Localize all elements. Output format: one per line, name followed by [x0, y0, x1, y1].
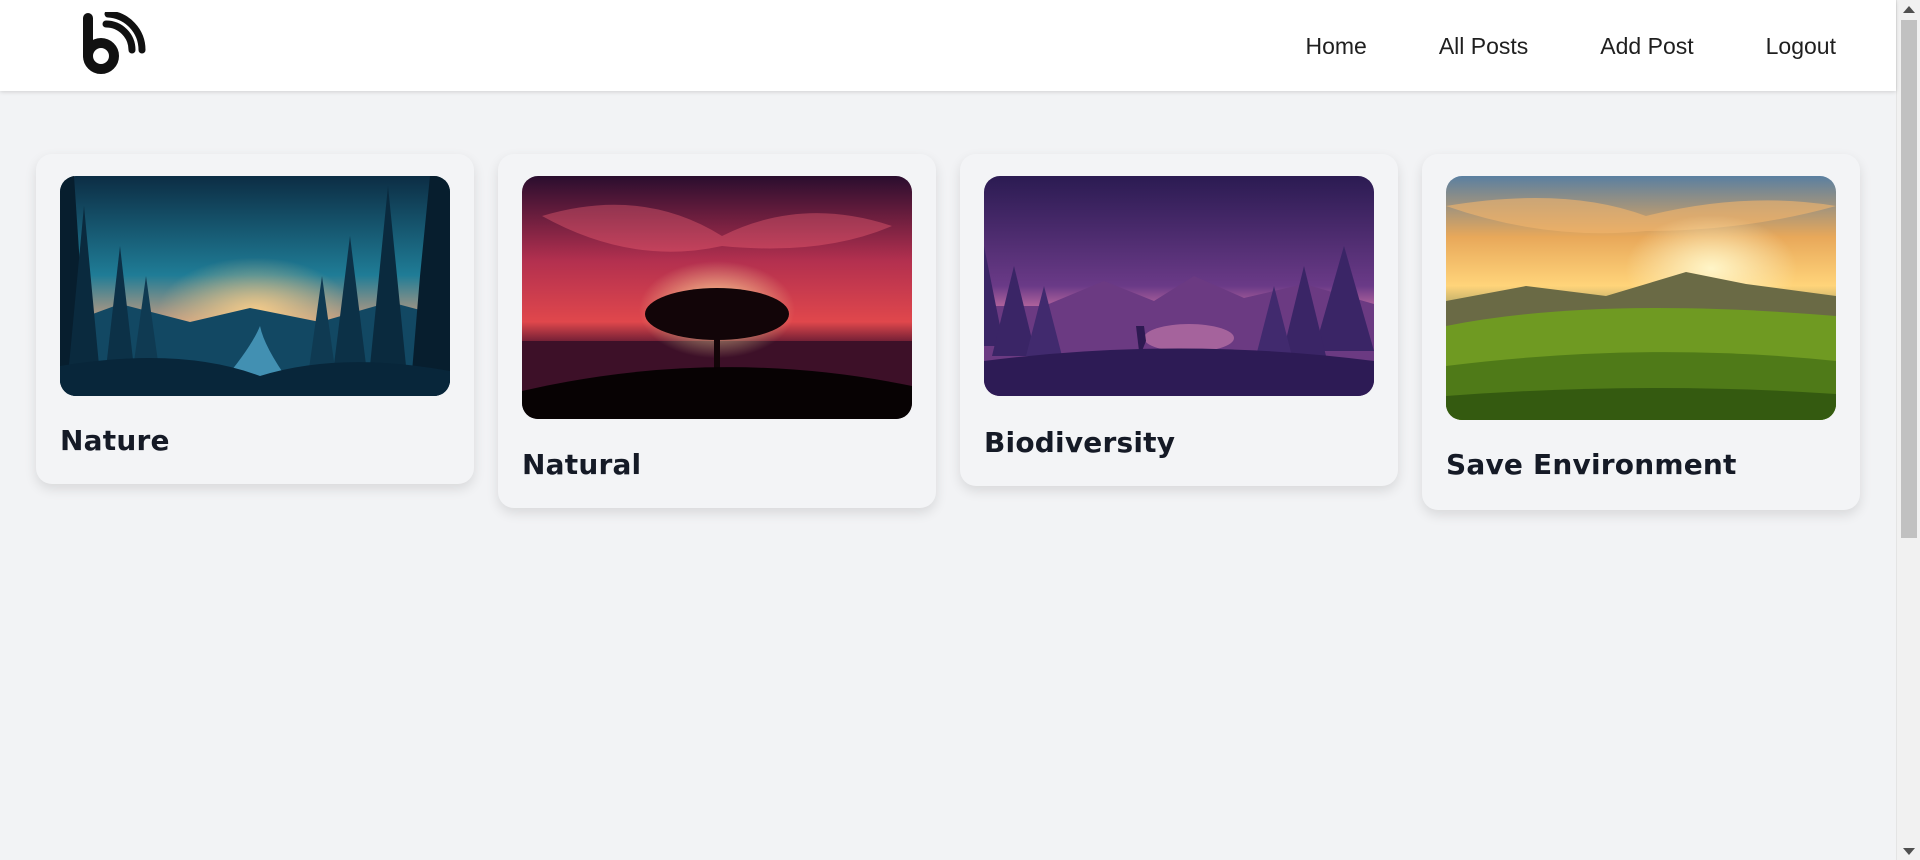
post-title[interactable]: Natural [522, 448, 641, 481]
post-image-tree [522, 176, 912, 419]
scroll-up-arrow-icon[interactable] [1897, 0, 1920, 18]
nav-all-posts[interactable]: All Posts [1439, 32, 1528, 60]
post-title[interactable]: Biodiversity [984, 426, 1175, 459]
post-card[interactable]: Nature [36, 154, 474, 484]
blog-logo-icon[interactable] [80, 10, 146, 76]
post-image-forest [60, 176, 450, 396]
post-card[interactable]: Biodiversity [960, 154, 1398, 486]
nav-home[interactable]: Home [1305, 32, 1366, 60]
scroll-down-arrow-icon[interactable] [1897, 842, 1920, 860]
page-scrollbar[interactable] [1896, 0, 1920, 860]
post-card[interactable]: Natural [498, 154, 936, 508]
nav-add-post[interactable]: Add Post [1600, 32, 1693, 60]
top-navbar: Home All Posts Add Post Logout [0, 0, 1896, 91]
page: Home All Posts Add Post Logout Nature Na… [0, 0, 1920, 860]
post-title[interactable]: Nature [60, 424, 170, 457]
post-card[interactable]: Save Environment [1422, 154, 1860, 510]
post-title[interactable]: Save Environment [1446, 448, 1737, 481]
scrollbar-thumb[interactable] [1901, 20, 1917, 538]
post-image-deer-lake [984, 176, 1374, 396]
nav-logout[interactable]: Logout [1766, 32, 1836, 60]
main-nav: Home All Posts Add Post Logout [1305, 32, 1836, 60]
post-image-meadow [1446, 176, 1836, 420]
